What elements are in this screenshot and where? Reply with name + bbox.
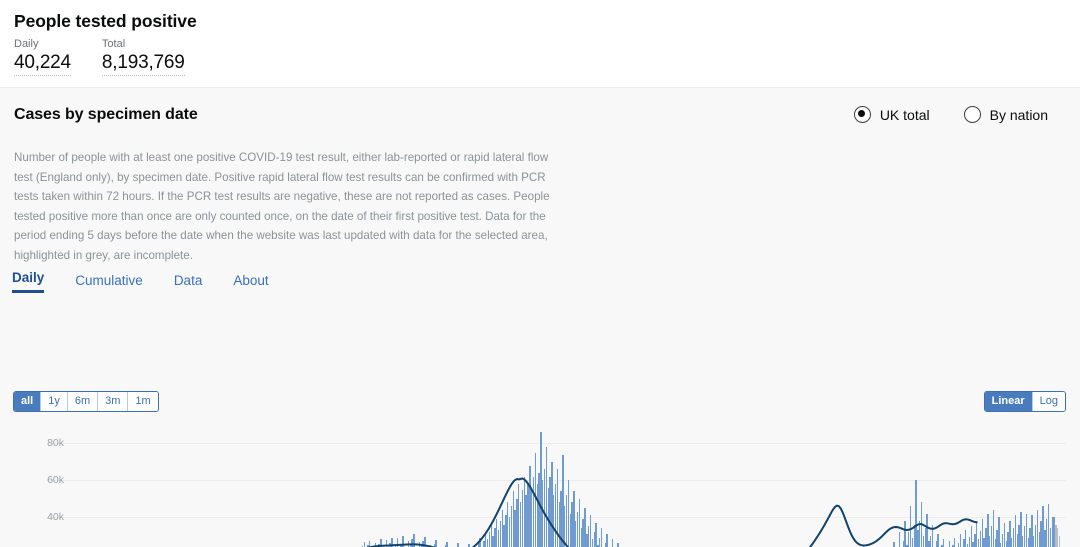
tab-daily[interactable]: Daily bbox=[12, 270, 45, 293]
chart-plot-area bbox=[47, 425, 1066, 547]
rolling-average-line bbox=[47, 425, 1066, 547]
card-tabs: Daily Cumulative Data About bbox=[12, 270, 300, 293]
time-range-6m[interactable]: 6m bbox=[67, 392, 99, 411]
metric-total-label: Total bbox=[101, 38, 126, 50]
y-axis-label: 80k bbox=[47, 437, 64, 450]
average-polyline bbox=[48, 478, 977, 547]
radio-uk-total-label: UK total bbox=[879, 106, 930, 123]
metric-total: Total 8,193,769 bbox=[101, 38, 185, 76]
area-toggle-group: UK total By nation bbox=[820, 106, 1048, 123]
metric-total-value: 8,193,769 bbox=[101, 52, 185, 76]
scale-linear[interactable]: Linear bbox=[984, 392, 1033, 411]
scale-log[interactable]: Log bbox=[1032, 392, 1065, 411]
y-axis-label: 40k bbox=[47, 511, 64, 524]
time-range-selector: all 1y 6m 3m 1m bbox=[13, 391, 159, 412]
summary-panel: People tested positive Daily 40,224 Tota… bbox=[0, 0, 1080, 87]
card-description: Number of people with at least one posit… bbox=[14, 151, 550, 262]
time-range-all[interactable]: all bbox=[14, 392, 42, 411]
time-range-1y[interactable]: 1y bbox=[41, 392, 68, 411]
scale-selector: Linear Log bbox=[983, 391, 1066, 412]
cases-chart: 020k40k60k80k 1 Apr 20201 Jul 20201 Oct … bbox=[0, 416, 1080, 547]
page-title: People tested positive bbox=[14, 11, 197, 31]
metric-daily-value: 40,224 bbox=[14, 52, 71, 76]
dashboard-page: People tested positive Daily 40,224 Tota… bbox=[0, 0, 1080, 547]
tab-about[interactable]: About bbox=[233, 273, 268, 293]
card-header: Cases by specimen date UK total By natio… bbox=[0, 88, 1080, 136]
time-range-1m[interactable]: 1m bbox=[128, 392, 158, 411]
radio-unselected-icon bbox=[963, 106, 981, 123]
cases-card: Cases by specimen date UK total By natio… bbox=[0, 87, 1080, 547]
radio-by-nation[interactable]: By nation bbox=[963, 106, 1048, 123]
metric-daily: Daily 40,224 bbox=[14, 38, 71, 76]
radio-by-nation-label: By nation bbox=[989, 106, 1048, 123]
tab-cumulative[interactable]: Cumulative bbox=[75, 273, 143, 293]
radio-selected-icon bbox=[853, 106, 871, 123]
y-axis-label: 60k bbox=[47, 474, 64, 487]
metric-daily-label: Daily bbox=[14, 38, 39, 50]
card-title: Cases by specimen date bbox=[14, 106, 198, 123]
time-range-3m[interactable]: 3m bbox=[98, 392, 129, 411]
metrics-row: Daily 40,224 Total 8,193,769 bbox=[14, 38, 1080, 76]
tab-data[interactable]: Data bbox=[174, 273, 203, 293]
radio-uk-total[interactable]: UK total bbox=[853, 106, 930, 123]
